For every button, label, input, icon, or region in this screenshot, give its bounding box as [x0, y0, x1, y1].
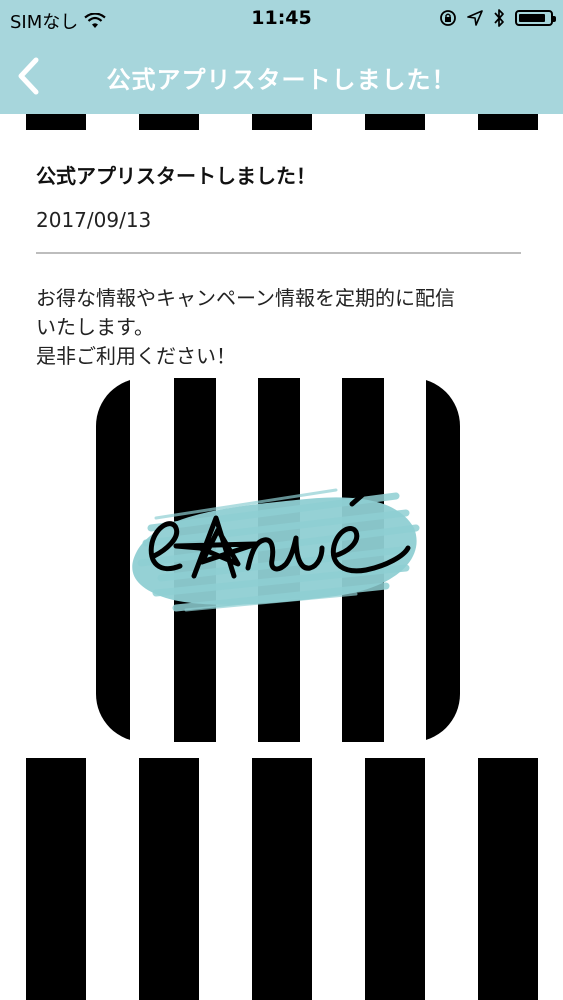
post-title: 公式アプリスタートしました！: [36, 164, 316, 188]
status-icons: [439, 8, 556, 28]
post-body-line: いたします。: [36, 315, 154, 339]
navigation-bar: 公式アプリスタートしました！: [0, 38, 563, 114]
location-arrow-icon: [467, 10, 483, 26]
battery-icon: [515, 10, 556, 26]
orientation-lock-icon: [440, 10, 456, 26]
post-body: お得な情報やキャンペーン情報を定期的に配信 いたします。 是非ご利用ください！: [36, 284, 531, 371]
app-logo-image: [96, 378, 460, 742]
status-bar: SIMなし 11:45: [0, 0, 563, 38]
nav-title: 公式アプリスタートしました！: [106, 66, 457, 94]
post-body-line: 是非ご利用ください！: [36, 344, 236, 368]
bluetooth-icon: [494, 9, 504, 27]
stripe-band-top: [0, 114, 563, 130]
post-date: 2017/09/13: [36, 208, 152, 232]
post-content: 公式アプリスタートしました！ 2017/09/13 お得な情報やキャンペーン情報…: [0, 130, 563, 758]
post-body-line: お得な情報やキャンペーン情報を定期的に配信: [36, 286, 455, 310]
stripe-band-bottom: [0, 758, 563, 1000]
divider: [36, 252, 521, 254]
battery-level: [519, 14, 545, 22]
